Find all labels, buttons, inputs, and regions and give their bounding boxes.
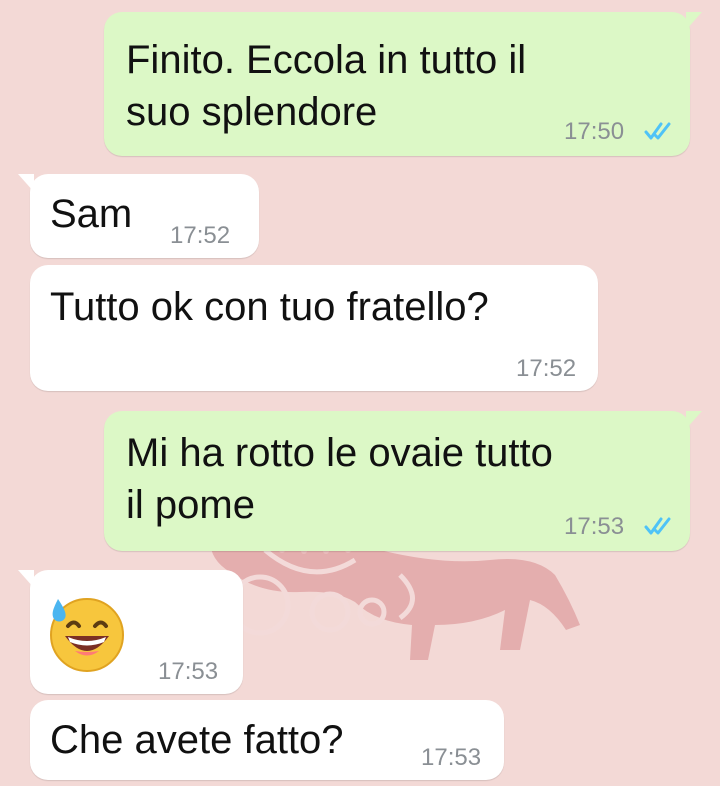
message-time: 17:52	[516, 355, 577, 382]
read-double-check-icon	[644, 517, 671, 535]
message-text: Finito. Eccola in tutto il suo splendore	[126, 38, 527, 134]
grinning-face-with-sweat-emoji	[50, 598, 124, 672]
message-outgoing[interactable]: Mi ha rotto le ovaie tutto il pome 17:53	[104, 411, 702, 551]
message-text: Mi ha rotto le ovaie tutto il pome	[126, 431, 553, 527]
message-incoming[interactable]: Che avete fatto? 17:53	[30, 700, 504, 780]
message-time: 17:50	[564, 118, 625, 145]
conversation: Finito. Eccola in tutto il suo splendore…	[0, 0, 720, 786]
message-outgoing[interactable]: Finito. Eccola in tutto il suo splendore…	[104, 12, 702, 156]
message-incoming[interactable]: Tutto ok con tuo fratello? 17:52	[30, 265, 598, 391]
message-time: 17:53	[158, 658, 219, 685]
message-time: 17:53	[421, 744, 482, 771]
message-time: 17:52	[170, 222, 231, 249]
message-incoming[interactable]: Sam 17:52	[18, 174, 259, 258]
message-text: Tutto ok con tuo fratello?	[50, 285, 489, 329]
message-text: Che avete fatto?	[50, 718, 344, 762]
message-time: 17:53	[564, 513, 625, 540]
message-text: Sam	[50, 192, 133, 236]
read-double-check-icon	[644, 122, 671, 140]
message-incoming[interactable]: 17:53	[18, 570, 243, 694]
